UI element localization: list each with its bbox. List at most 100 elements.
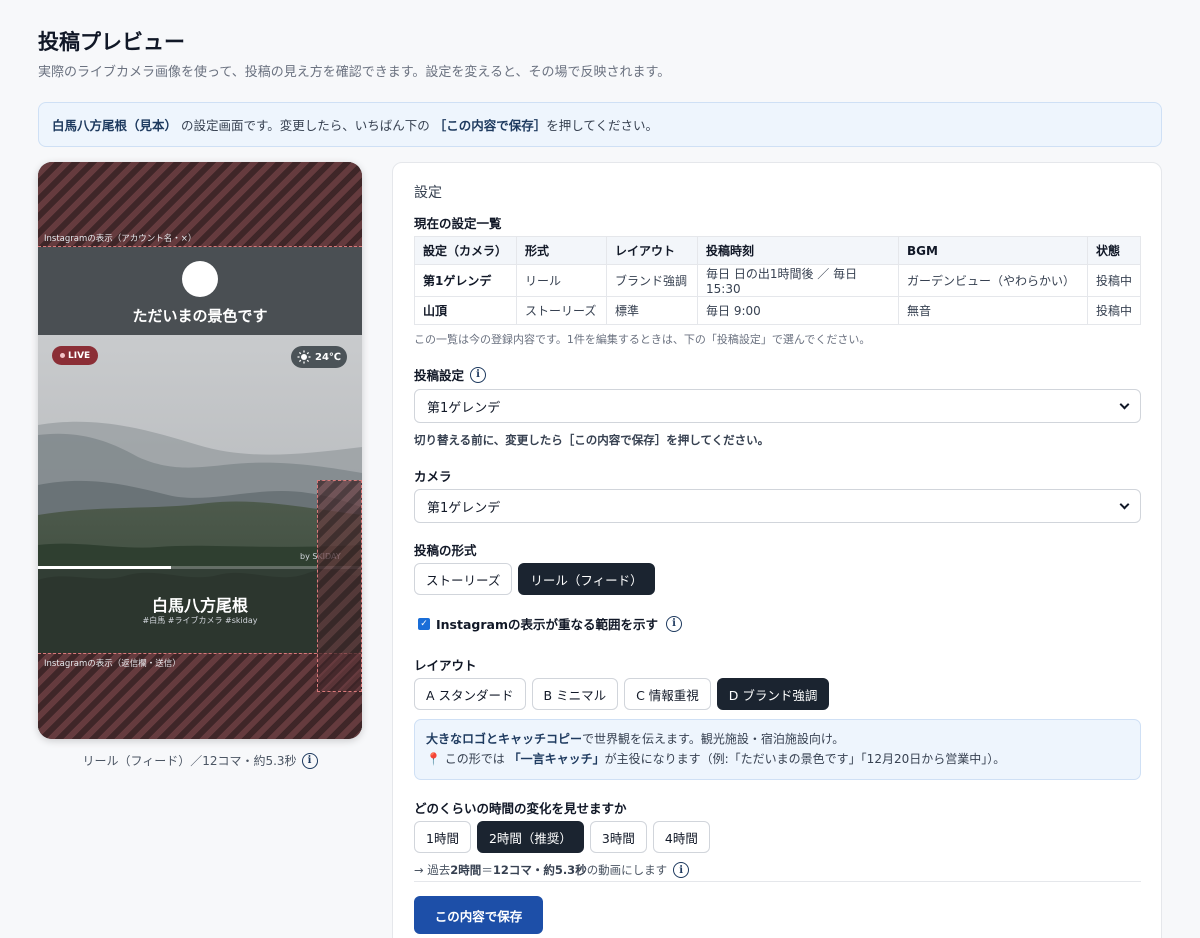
page-subtitle: 実際のライブカメラ画像を使って、投稿の見え方を確認できます。設定を変えると、その… — [38, 65, 671, 80]
summary-title: 現在の設定一覧 — [414, 216, 502, 231]
camera-label: カメラ — [414, 469, 452, 484]
layout-info2-strong: 「一言キャッチ」 — [508, 751, 605, 766]
camera-value: 第1ゲレンデ — [427, 500, 501, 516]
live-dot-icon — [60, 353, 65, 358]
layout-info-strong: 大きなロゴとキャッチコピー — [426, 732, 583, 746]
format-option-stories[interactable]: ストーリーズ — [414, 563, 513, 595]
format-option-reels[interactable]: リール（フィード） — [518, 563, 655, 595]
duration-label: どのくらいの時間の変化を見せますか — [414, 801, 627, 816]
temperature: 24℃ — [314, 351, 342, 363]
overlay-toggle-row: ✓ Instagramの表示が重なる範囲を示す i — [418, 614, 682, 633]
playback-progress-fill — [38, 566, 171, 569]
table-cell: 山頂 — [414, 296, 517, 325]
table-row: 山頂 ストーリーズ 標準 毎日 9:00 無音 投稿中 — [414, 296, 1141, 325]
instagram-top-overlay-zone: Instagramの表示（アカウント名・×） — [38, 162, 362, 247]
post-setting-value: 第1ゲレンデ — [427, 400, 501, 416]
info-icon[interactable]: i — [665, 615, 682, 632]
table-cell: 投稿中 — [1087, 264, 1141, 297]
duration-option-3h[interactable]: 3時間 — [589, 821, 647, 853]
catch-copy: ただいまの景色です — [132, 307, 268, 325]
table-note: この一覧は今の登録内容です。1件を編集するときは、下の「投稿設定」で選んでくださ… — [414, 333, 871, 346]
settings-heading: 設定 — [414, 185, 442, 201]
instagram-bottom-overlay-zone: Instagramの表示（返信欄・送信） — [38, 653, 362, 739]
duration-summary: → 過去2時間＝12コマ・約5.3秒の動画にします i — [414, 862, 690, 878]
table-cell: 毎日 日の出1時間後 ／ 毎日 15:30 — [697, 264, 899, 297]
chevron-down-icon — [1119, 399, 1130, 409]
info-icon[interactable]: i — [673, 862, 690, 878]
table-header: 設定（カメラ） — [414, 236, 517, 265]
layout-label: レイアウト — [414, 658, 477, 673]
layout-description-line2: 📍 この形では 「一言キャッチ」が主役になります（例:「ただいまの景色です」「1… — [426, 750, 1129, 770]
pin-icon: 📍 — [426, 751, 441, 766]
table-cell: リール — [516, 264, 607, 297]
layout-description-line1: 大きなロゴとキャッチコピーで世界観を伝えます。観光施設・宿泊施設向け。 — [426, 730, 1129, 750]
camera-select[interactable]: 第1ゲレンデ — [414, 489, 1141, 523]
logo-circle — [182, 261, 218, 297]
instagram-side-overlay-zone — [317, 480, 362, 692]
settings-panel: 設定 現在の設定一覧 設定（カメラ） 形式 レイアウト 投稿時刻 BGM 状態 … — [392, 162, 1162, 938]
preview-caption-text: リール（フィード）／12コマ・約5.3秒 — [82, 754, 297, 768]
sun-icon — [297, 350, 311, 364]
table-cell: 毎日 9:00 — [697, 296, 899, 325]
page-title: 投稿プレビュー — [38, 30, 185, 54]
brand-band: ただいまの景色です — [38, 247, 362, 335]
table-cell: 標準 — [606, 296, 698, 325]
chevron-down-icon — [1119, 499, 1130, 509]
hashtags: #白馬 #ライブカメラ #skiday — [142, 616, 258, 625]
table-header: 形式 — [516, 236, 607, 265]
table-header: 投稿時刻 — [697, 236, 899, 265]
layout-option-info[interactable]: C 情報重視 — [624, 678, 711, 710]
layout-description: 大きなロゴとキャッチコピーで世界観を伝えます。観光施設・宿泊施設向け。 📍 この… — [414, 719, 1141, 780]
table-cell: 第1ゲレンデ — [414, 264, 517, 297]
layout-option-brand[interactable]: D ブランド強調 — [716, 678, 830, 710]
table-cell: 投稿中 — [1087, 296, 1141, 325]
table-header: BGM — [898, 236, 1088, 265]
info-icon[interactable]: i — [470, 366, 487, 383]
info-icon[interactable]: i — [301, 752, 318, 769]
preview-caption: リール（フィード）／12コマ・約5.3秒 i — [38, 752, 362, 769]
divider — [414, 881, 1141, 882]
post-setting-select[interactable]: 第1ゲレンデ — [414, 389, 1141, 423]
table-cell: ガーデンビュー（やわらかい） — [898, 264, 1088, 297]
post-setting-label: 投稿設定 — [414, 368, 465, 383]
notice-button-ref: ［この内容で保存］ — [433, 118, 547, 133]
table-cell: ストーリーズ — [516, 296, 607, 325]
format-options: ストーリーズ リール（フィード） — [414, 563, 655, 595]
layout-info2-text: が主役になります（例:「ただいまの景色です」「12月20日から営業中」）。 — [604, 751, 1006, 766]
live-badge: LIVE — [52, 346, 99, 365]
duration-options: 1時間 2時間（推奨） 3時間 4時間 — [414, 821, 710, 853]
duration-option-1h[interactable]: 1時間 — [414, 821, 471, 853]
layout-info-text: で世界観を伝えます。観光施設・宿泊施設向け。 — [582, 732, 845, 746]
post-setting-hint: 切り替える前に、変更したら［この内容で保存］を押してください。 — [414, 433, 770, 447]
notice-text: の設定画面です。変更したら、いちばん下の — [181, 118, 430, 133]
location-title: 白馬八方尾根 — [151, 596, 248, 615]
duration-summary-text: → 過去2時間＝12コマ・約5.3秒の動画にします — [414, 863, 668, 877]
table-header: レイアウト — [606, 236, 698, 265]
duration-option-2h[interactable]: 2時間（推奨） — [476, 821, 584, 853]
notice-banner: 白馬八方尾根（見本） の設定画面です。変更したら、いちばん下の ［この内容で保存… — [38, 102, 1162, 147]
table-row: 第1ゲレンデ リール ブランド強調 毎日 日の出1時間後 ／ 毎日 15:30 … — [414, 264, 1141, 297]
top-zone-label: Instagramの表示（アカウント名・×） — [44, 234, 197, 244]
bottom-zone-label: Instagramの表示（返信欄・送信） — [44, 659, 181, 669]
weather-badge: 24℃ — [291, 346, 347, 368]
layout-info2-prefix: この形では — [444, 751, 505, 766]
post-preview: Instagramの表示（アカウント名・×） ただいまの景色です LIVE 24… — [38, 162, 362, 739]
post-setting-label-row: 投稿設定 i — [414, 365, 487, 384]
layout-options: A スタンダード B ミニマル C 情報重視 D ブランド強調 — [414, 678, 830, 710]
table-cell: ブランド強調 — [606, 264, 698, 297]
settings-summary-table: 設定（カメラ） 形式 レイアウト 投稿時刻 BGM 状態 第1ゲレンデ リール … — [414, 236, 1141, 325]
layout-option-minimal[interactable]: B ミニマル — [531, 678, 619, 710]
notice-place: 白馬八方尾根（見本） — [52, 118, 178, 133]
save-button[interactable]: この内容で保存 — [414, 896, 543, 934]
table-header-row: 設定（カメラ） 形式 レイアウト 投稿時刻 BGM 状態 — [414, 236, 1141, 265]
duration-option-4h[interactable]: 4時間 — [652, 821, 710, 853]
overlay-toggle-checkbox[interactable]: ✓ — [418, 617, 430, 630]
overlay-toggle-label[interactable]: Instagramの表示が重なる範囲を示す — [436, 614, 658, 633]
format-label: 投稿の形式 — [414, 543, 477, 558]
table-header: 状態 — [1087, 236, 1141, 265]
live-label: LIVE — [68, 350, 91, 361]
table-cell: 無音 — [898, 296, 1088, 325]
layout-option-standard[interactable]: A スタンダード — [414, 678, 526, 710]
notice-text-end: を押してください。 — [546, 118, 659, 133]
playback-progress — [38, 566, 362, 569]
